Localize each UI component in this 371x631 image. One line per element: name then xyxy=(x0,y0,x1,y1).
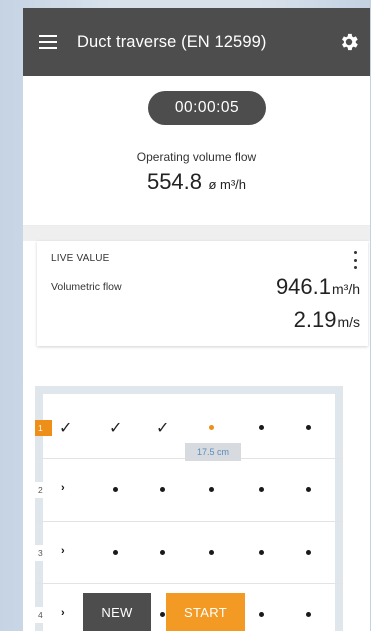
operating-volume-flow-number: 554.8 xyxy=(146,169,203,194)
app-bar: Duct traverse (EN 12599) xyxy=(23,8,370,76)
point-start-icon[interactable]: › xyxy=(61,607,65,619)
summary-panel: 00:00:05 Operating volume flow 554.8 ø m… xyxy=(23,76,370,226)
point-pending[interactable] xyxy=(306,550,311,555)
grid-row-divider xyxy=(35,521,343,522)
point-pending[interactable] xyxy=(160,550,165,555)
point-start-icon[interactable]: › xyxy=(61,545,65,557)
operating-volume-flow-unit: ø m³/h xyxy=(208,177,247,192)
current-point-depth-tag: 17.5 cm xyxy=(185,443,241,461)
row-label-4[interactable]: 4 xyxy=(35,607,51,623)
elapsed-timer: 00:00:05 xyxy=(148,91,266,125)
operating-volume-flow-value: 554.8 ø m³/h xyxy=(23,169,370,195)
volumetric-flow-value: 946.1m³/h xyxy=(276,274,360,300)
app-screen: Duct traverse (EN 12599) 00:00:05 Operat… xyxy=(23,8,370,631)
point-pending[interactable] xyxy=(113,550,118,555)
point-pending[interactable] xyxy=(259,550,264,555)
point-pending[interactable] xyxy=(259,487,264,492)
velocity-value: 2.19m/s xyxy=(294,307,360,333)
point-done-check-icon[interactable]: ✓ xyxy=(109,418,122,438)
point-current[interactable] xyxy=(209,425,214,430)
live-value-title: LIVE VALUE xyxy=(51,253,110,264)
gear-icon[interactable] xyxy=(338,31,360,53)
row-label-2[interactable]: 2 xyxy=(35,482,51,498)
start-button[interactable]: START xyxy=(166,593,245,631)
volumetric-flow-unit: m³/h xyxy=(332,281,360,297)
point-pending[interactable] xyxy=(259,425,264,430)
point-pending[interactable] xyxy=(113,487,118,492)
velocity-number: 2.19 xyxy=(293,307,337,332)
grid-row-divider xyxy=(35,583,343,584)
more-vertical-icon[interactable] xyxy=(352,251,358,269)
operating-volume-flow-label: Operating volume flow xyxy=(136,150,257,164)
new-button[interactable]: NEW xyxy=(83,593,151,631)
point-pending[interactable] xyxy=(306,425,311,430)
spacer xyxy=(23,226,370,241)
point-pending[interactable] xyxy=(209,487,214,492)
point-pending[interactable] xyxy=(209,550,214,555)
row-label-3[interactable]: 3 xyxy=(35,545,51,561)
volumetric-flow-label: Volumetric flow xyxy=(51,281,122,293)
point-pending[interactable] xyxy=(306,487,311,492)
volumetric-flow-number: 946.1 xyxy=(275,274,331,299)
point-pending[interactable] xyxy=(160,487,165,492)
row-label-1[interactable]: 1 xyxy=(35,420,52,436)
point-pending[interactable] xyxy=(259,612,264,617)
point-start-icon[interactable]: › xyxy=(61,482,65,494)
point-done-check-icon[interactable]: ✓ xyxy=(156,418,169,438)
point-pending[interactable] xyxy=(160,612,165,617)
velocity-unit: m/s xyxy=(337,314,360,330)
point-done-check-icon[interactable]: ✓ xyxy=(59,418,72,438)
live-value-card: LIVE VALUE Volumetric flow 946.1m³/h 2.1… xyxy=(37,241,368,346)
traverse-grid: 1 ✓ ✓ ✓ 2 › 3 › 4 › 17.5 cm NEW START xyxy=(23,381,370,631)
point-pending[interactable] xyxy=(306,612,311,617)
hamburger-menu-icon[interactable] xyxy=(39,35,57,49)
page-title: Duct traverse (EN 12599) xyxy=(77,32,267,51)
